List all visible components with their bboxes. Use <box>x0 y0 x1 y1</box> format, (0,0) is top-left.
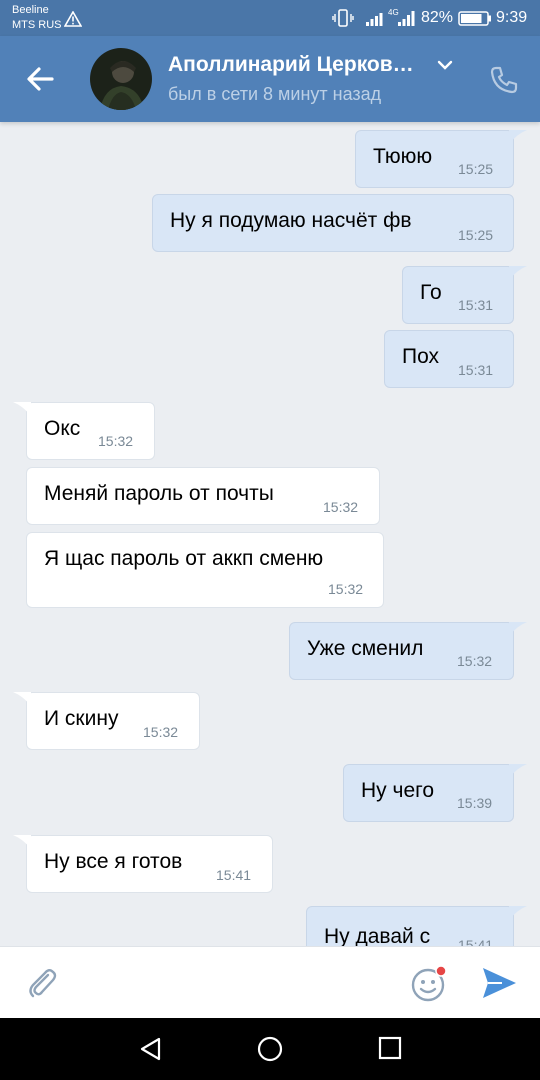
signal-strength-icon <box>398 11 415 26</box>
message-text: Я щас пароль от аккп сменю <box>44 547 324 570</box>
carrier-name-secondary: MTS RUS <box>12 19 62 31</box>
message-text: Окс <box>44 417 81 440</box>
message-text: Ну давай с <box>324 925 431 946</box>
contact-name[interactable]: Аполлинарий Церков… <box>168 53 414 77</box>
message-bubble[interactable]: Ну я подумаю насчёт фв 15:25 <box>152 194 514 252</box>
vibrate-icon <box>332 9 354 27</box>
message-text: И скину <box>44 707 119 730</box>
message-time: 15:32 <box>98 433 134 449</box>
message-bubble[interactable]: Уже сменил 15:32 <box>289 622 527 680</box>
bubble-tail <box>509 266 527 280</box>
message-list[interactable]: Тююю 15:25 Ну я подумаю насчёт фв 15:25 … <box>0 122 540 946</box>
message-time: 15:41 <box>216 867 252 883</box>
message-bubble[interactable]: Го 15:31 <box>402 266 527 324</box>
message-text: Меняй пароль от почты <box>44 482 274 505</box>
nav-home-icon[interactable] <box>256 1035 284 1063</box>
message-input-bar[interactable] <box>0 946 540 1018</box>
smiley-icon[interactable] <box>410 965 448 1003</box>
bubble-tail <box>509 764 527 778</box>
message-bubble[interactable]: Ну все я готов 15:41 <box>13 835 273 893</box>
message-time: 15:31 <box>458 362 494 378</box>
last-seen-status: был в сети 8 минут назад <box>168 84 382 104</box>
message-time: 15:32 <box>457 653 493 669</box>
message-text: Ну чего <box>361 779 434 802</box>
clock: 9:39 <box>496 9 528 26</box>
message-time: 15:25 <box>458 161 494 177</box>
send-arrow-icon[interactable] <box>480 966 518 1000</box>
system-navigation-bar <box>0 1018 540 1080</box>
message-text: Ну я подумаю насчёт фв <box>170 209 412 232</box>
bubble-tail <box>13 402 31 416</box>
message-bubble[interactable]: Пох 15:31 <box>384 330 514 388</box>
chevron-down-icon[interactable] <box>436 58 454 72</box>
message-time: 15:25 <box>458 227 494 243</box>
bubble-tail <box>509 906 527 920</box>
nav-back-icon[interactable] <box>138 1036 164 1062</box>
message-time: 15:32 <box>328 581 364 597</box>
message-time: 15:32 <box>143 724 179 740</box>
bubble-tail <box>509 130 527 144</box>
phone-icon[interactable] <box>488 64 520 96</box>
message-bubble[interactable]: И скину 15:32 <box>13 692 200 750</box>
battery-icon <box>458 11 491 26</box>
message-text: Ну все я готов <box>44 850 183 873</box>
back-arrow-icon[interactable] <box>22 62 60 96</box>
paperclip-icon[interactable] <box>24 965 60 1001</box>
chat-header: Аполлинарий Церков… был в сети 8 минут н… <box>0 36 540 122</box>
message-time: 15:39 <box>457 795 493 811</box>
message-time: 15:32 <box>323 499 359 515</box>
signal-strength-icon <box>366 13 383 26</box>
message-text: Пох <box>402 345 440 368</box>
message-text: Го <box>420 281 442 304</box>
message-bubble[interactable]: Меняй пароль от почты 15:32 <box>26 467 380 525</box>
bubble-tail <box>13 692 31 706</box>
status-bar: Beeline MTS RUS 4G 82% 9:39 <box>0 0 540 36</box>
message-bubble[interactable]: Окс 15:32 <box>13 402 155 460</box>
nav-recents-icon[interactable] <box>378 1036 402 1060</box>
message-bubble[interactable]: Я щас пароль от аккп сменю 15:32 <box>26 532 384 608</box>
battery-percentage: 82% <box>421 9 454 26</box>
message-time: 15:31 <box>458 297 494 313</box>
message-text: Тююю <box>373 145 433 168</box>
message-bubble[interactable]: Ну чего 15:39 <box>343 764 527 822</box>
message-time: 15:41 <box>458 937 494 946</box>
carrier-name-primary: Beeline <box>12 4 49 16</box>
message-bubble[interactable]: Тююю 15:25 <box>355 130 527 188</box>
bubble-tail <box>509 622 527 636</box>
warning-icon <box>64 11 82 27</box>
bubble-tail <box>13 835 31 849</box>
message-bubble[interactable]: Ну давай с 15:41 <box>306 906 527 946</box>
avatar[interactable] <box>90 48 152 110</box>
message-text: Уже сменил <box>307 637 424 660</box>
